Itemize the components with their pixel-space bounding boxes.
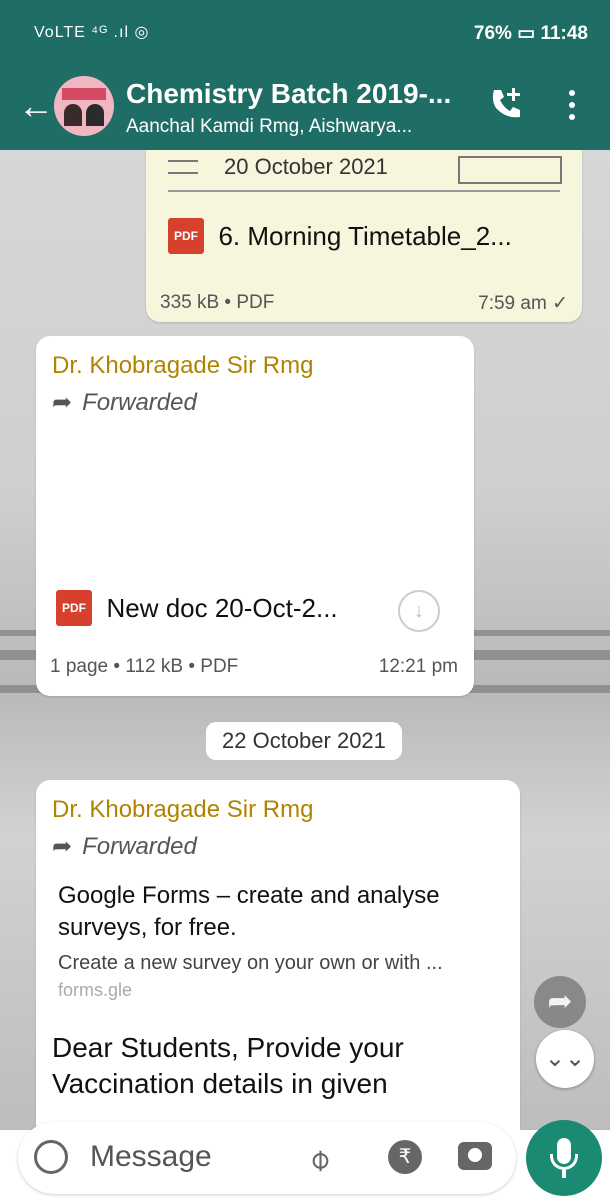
group-avatar[interactable] <box>54 76 114 136</box>
message-input[interactable]: Message <box>90 1140 212 1174</box>
message-link-incoming[interactable]: Dr. Khobragade Sir Rmg ➦ Forwarded Google… <box>36 780 520 1130</box>
forward-arrow-icon: ➦ <box>52 833 73 860</box>
document-name: 6. Morning Timetable_2... <box>218 220 512 251</box>
share-forward-icon[interactable]: ➦ <box>534 976 586 1028</box>
forwarded-label: ➦ Forwarded <box>52 389 197 416</box>
document-preview: 20 October 2021 <box>168 150 562 192</box>
document-row: PDF New doc 20-Oct-2... <box>56 590 338 626</box>
link-description: Create a new survey on your own or with … <box>58 952 443 974</box>
forwarded-label: ➦ Forwarded <box>52 833 197 860</box>
battery-level: 76% <box>473 23 512 44</box>
camera-icon[interactable] <box>458 1142 492 1170</box>
message-time: 7:59 am <box>478 293 547 314</box>
payment-icon[interactable]: ₹ <box>388 1140 422 1174</box>
pdf-icon: PDF <box>56 590 92 626</box>
status-right: 76% ▭ 11:48 <box>474 22 588 45</box>
emoji-icon[interactable] <box>34 1140 68 1174</box>
add-call-icon[interactable] <box>486 84 526 124</box>
pdf-icon: PDF <box>168 218 204 254</box>
chat-title[interactable]: Chemistry Batch 2019-... <box>126 78 451 110</box>
attach-icon[interactable]: ⌀ <box>300 1141 338 1179</box>
message-document-incoming[interactable]: Dr. Khobragade Sir Rmg ➦ Forwarded PDF Ne… <box>36 336 474 696</box>
link-title: Google Forms – create and analyse survey… <box>58 882 440 941</box>
message-time-row: 7:59 am ✓ <box>478 292 568 315</box>
sent-check-icon: ✓ <box>552 293 568 314</box>
forward-arrow-icon: ➦ <box>52 389 73 416</box>
clock: 11:48 <box>540 23 588 44</box>
date-divider: 22 October 2021 <box>206 722 402 760</box>
status-bar: VoLTE ⁴ᴳ .ıl ◎ 76% ▭ 11:48 <box>0 0 610 62</box>
message-body: Dear Students, Provide your Vaccination … <box>52 1032 404 1099</box>
battery-icon: ▭ <box>517 23 541 44</box>
preview-date: 20 October 2021 <box>218 154 394 180</box>
chat-area: 20 October 2021 PDF 6. Morning Timetable… <box>0 150 610 1130</box>
message-document-outgoing[interactable]: 20 October 2021 PDF 6. Morning Timetable… <box>146 150 582 322</box>
avatar-person-1 <box>64 104 82 126</box>
network-icons: VoLTE ⁴ᴳ .ıl ◎ <box>34 24 150 41</box>
more-options-icon[interactable] <box>562 84 582 128</box>
document-name: New doc 20-Oct-2... <box>106 592 338 623</box>
document-meta: 1 page • 112 kB • PDF <box>50 656 239 677</box>
scroll-down-icon[interactable]: ⌄⌄ <box>536 1030 594 1088</box>
link-preview[interactable]: Google Forms – create and analyse survey… <box>44 872 510 1000</box>
sender-name[interactable]: Dr. Khobragade Sir Rmg <box>52 352 313 380</box>
back-arrow-icon[interactable]: ← <box>18 88 54 124</box>
document-meta: 335 kB • PDF <box>160 292 275 313</box>
sender-name[interactable]: Dr. Khobragade Sir Rmg <box>52 796 313 824</box>
chat-participants[interactable]: Aanchal Kamdi Rmg, Aishwarya... <box>126 116 412 138</box>
app-bar: VoLTE ⁴ᴳ .ıl ◎ 76% ▭ 11:48 ← Chemistry B… <box>0 0 610 150</box>
message-time: 12:21 pm <box>378 656 458 677</box>
document-row: PDF 6. Morning Timetable_2... <box>168 218 512 254</box>
microphone-button[interactable] <box>526 1120 602 1196</box>
download-icon[interactable]: ↓ <box>398 590 440 632</box>
message-input-bar[interactable]: Message ⌀ ₹ <box>18 1122 516 1194</box>
avatar-person-2 <box>86 104 104 126</box>
avatar-roof <box>62 88 106 100</box>
link-domain: forms.gle <box>58 980 133 1000</box>
